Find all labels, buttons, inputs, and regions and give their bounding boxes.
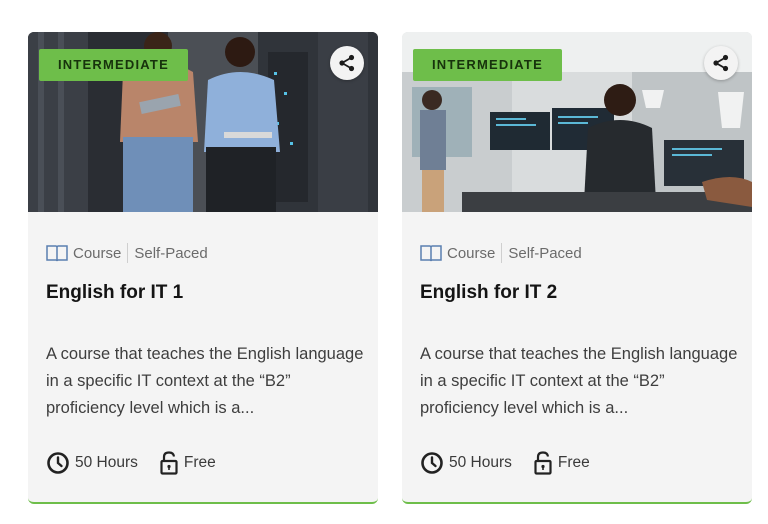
course-card[interactable]: INTERMEDIATE Course Self-Paced English f…	[28, 32, 378, 504]
course-pace: Self-Paced	[134, 244, 208, 262]
course-price: Free	[557, 454, 590, 471]
divider	[501, 243, 503, 263]
unlock-icon	[534, 451, 552, 475]
course-price: Free	[183, 454, 216, 471]
course-meta: Course Self-Paced	[46, 242, 208, 264]
course-description: A course that teaches the English langua…	[46, 345, 364, 417]
course-title[interactable]: English for IT 2	[420, 282, 557, 304]
level-badge: INTERMEDIATE	[39, 49, 188, 81]
course-pace: Self-Paced	[508, 244, 582, 262]
course-title[interactable]: English for IT 1	[46, 282, 183, 304]
share-button[interactable]	[330, 46, 364, 80]
course-duration: 50 Hours	[449, 454, 512, 471]
course-type: Course	[73, 244, 122, 262]
course-footer: 50 Hours Free	[46, 451, 216, 475]
book-icon	[46, 245, 68, 262]
share-icon	[713, 54, 729, 72]
level-badge: INTERMEDIATE	[413, 49, 562, 81]
course-description: A course that teaches the English langua…	[420, 345, 738, 417]
share-icon	[339, 54, 355, 72]
course-card[interactable]: INTERMEDIATE Course Self-Paced English f…	[402, 32, 752, 504]
course-thumbnail[interactable]: INTERMEDIATE	[402, 32, 752, 212]
clock-icon	[47, 452, 69, 474]
share-button[interactable]	[704, 46, 738, 80]
divider	[127, 243, 129, 263]
book-icon	[420, 245, 442, 262]
course-meta: Course Self-Paced	[420, 242, 582, 264]
course-thumbnail[interactable]: INTERMEDIATE	[28, 32, 378, 212]
course-footer: 50 Hours Free	[420, 451, 590, 475]
course-type: Course	[447, 244, 496, 262]
clock-icon	[421, 452, 443, 474]
unlock-icon	[160, 451, 178, 475]
course-duration: 50 Hours	[75, 454, 138, 471]
